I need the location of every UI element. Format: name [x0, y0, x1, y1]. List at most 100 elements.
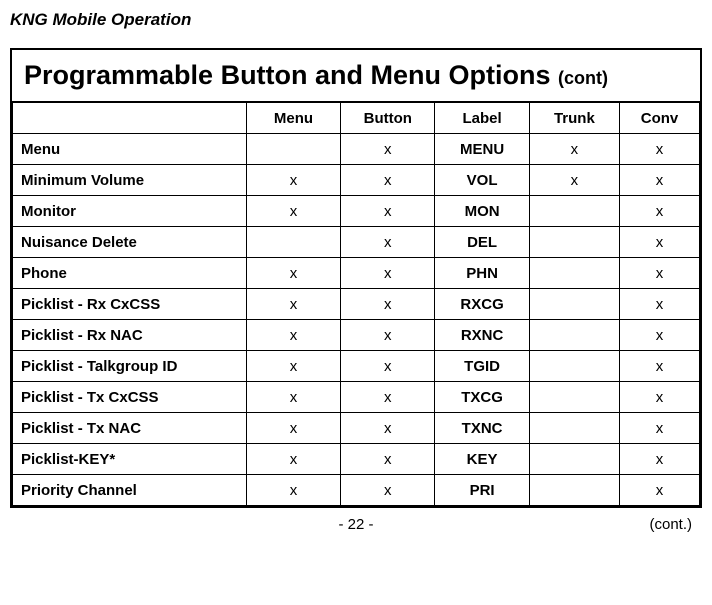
row-trunk	[529, 444, 619, 475]
row-button: x	[341, 444, 435, 475]
row-menu: x	[246, 258, 340, 289]
row-trunk	[529, 413, 619, 444]
row-menu: x	[246, 444, 340, 475]
col-header-label: Label	[435, 103, 529, 134]
footer: - 22 - (cont.)	[10, 516, 702, 536]
row-button: x	[341, 382, 435, 413]
table-title-text: Programmable Button and Menu Options	[24, 60, 551, 90]
col-header-first	[13, 103, 247, 134]
row-button: x	[341, 134, 435, 165]
row-trunk	[529, 475, 619, 506]
table-row: Nuisance DeletexDELx	[13, 227, 700, 258]
table-row: Picklist - Rx CxCSSxxRXCGx	[13, 289, 700, 320]
col-header-trunk: Trunk	[529, 103, 619, 134]
row-menu: x	[246, 196, 340, 227]
row-label: KEY	[435, 444, 529, 475]
row-name: Picklist - Tx CxCSS	[13, 382, 247, 413]
row-conv: x	[619, 227, 699, 258]
row-menu: x	[246, 165, 340, 196]
col-header-menu: Menu	[246, 103, 340, 134]
row-button: x	[341, 320, 435, 351]
row-menu	[246, 227, 340, 258]
row-name: Picklist - Tx NAC	[13, 413, 247, 444]
row-name: Picklist - Rx NAC	[13, 320, 247, 351]
table-header-row: Menu Button Label Trunk Conv	[13, 103, 700, 134]
row-label: MENU	[435, 134, 529, 165]
row-label: TXNC	[435, 413, 529, 444]
row-name: Picklist - Rx CxCSS	[13, 289, 247, 320]
row-button: x	[341, 165, 435, 196]
row-name: Phone	[13, 258, 247, 289]
row-conv: x	[619, 320, 699, 351]
row-menu: x	[246, 413, 340, 444]
row-trunk: x	[529, 165, 619, 196]
row-conv: x	[619, 258, 699, 289]
table-row: MenuxMENUxx	[13, 134, 700, 165]
cont-label: (cont.)	[649, 516, 692, 533]
row-button: x	[341, 289, 435, 320]
table-row: Minimum VolumexxVOLxx	[13, 165, 700, 196]
row-trunk	[529, 227, 619, 258]
table-row: PhonexxPHNx	[13, 258, 700, 289]
table-title-suffix: (cont)	[558, 68, 608, 88]
row-button: x	[341, 196, 435, 227]
table-row: Picklist - Talkgroup IDxxTGIDx	[13, 351, 700, 382]
table-row: Picklist - Tx CxCSSxxTXCGx	[13, 382, 700, 413]
row-name: Minimum Volume	[13, 165, 247, 196]
row-menu	[246, 134, 340, 165]
row-label: TGID	[435, 351, 529, 382]
row-trunk: x	[529, 134, 619, 165]
row-label: VOL	[435, 165, 529, 196]
row-name: Menu	[13, 134, 247, 165]
row-label: TXCG	[435, 382, 529, 413]
row-button: x	[341, 258, 435, 289]
col-header-conv: Conv	[619, 103, 699, 134]
row-trunk	[529, 351, 619, 382]
row-menu: x	[246, 382, 340, 413]
table-title: Programmable Button and Menu Options (co…	[12, 50, 700, 102]
row-name: Picklist - Talkgroup ID	[13, 351, 247, 382]
row-name: Priority Channel	[13, 475, 247, 506]
row-name: Monitor	[13, 196, 247, 227]
row-conv: x	[619, 413, 699, 444]
row-button: x	[341, 475, 435, 506]
row-button: x	[341, 413, 435, 444]
row-label: MON	[435, 196, 529, 227]
row-button: x	[341, 227, 435, 258]
row-conv: x	[619, 475, 699, 506]
doc-header: KNG Mobile Operation	[10, 10, 702, 30]
row-trunk	[529, 196, 619, 227]
table-row: Picklist - Tx NACxxTXNCx	[13, 413, 700, 444]
row-conv: x	[619, 165, 699, 196]
col-header-button: Button	[341, 103, 435, 134]
row-menu: x	[246, 320, 340, 351]
row-label: PRI	[435, 475, 529, 506]
row-label: RXNC	[435, 320, 529, 351]
row-name: Picklist-KEY*	[13, 444, 247, 475]
table-row: MonitorxxMONx	[13, 196, 700, 227]
table-body: MenuxMENUxxMinimum VolumexxVOLxxMonitorx…	[13, 134, 700, 506]
page-number: - 22 -	[10, 516, 702, 533]
row-trunk	[529, 258, 619, 289]
row-trunk	[529, 320, 619, 351]
row-label: RXCG	[435, 289, 529, 320]
row-conv: x	[619, 289, 699, 320]
row-conv: x	[619, 134, 699, 165]
row-conv: x	[619, 444, 699, 475]
row-label: PHN	[435, 258, 529, 289]
row-conv: x	[619, 351, 699, 382]
options-table-wrap: Programmable Button and Menu Options (co…	[10, 48, 702, 508]
row-name: Nuisance Delete	[13, 227, 247, 258]
row-trunk	[529, 289, 619, 320]
row-conv: x	[619, 196, 699, 227]
table-row: Picklist - Rx NACxxRXNCx	[13, 320, 700, 351]
row-menu: x	[246, 289, 340, 320]
row-conv: x	[619, 382, 699, 413]
table-row: Picklist-KEY*xxKEYx	[13, 444, 700, 475]
row-trunk	[529, 382, 619, 413]
options-table: Menu Button Label Trunk Conv MenuxMENUxx…	[12, 102, 700, 506]
table-row: Priority ChannelxxPRIx	[13, 475, 700, 506]
row-menu: x	[246, 351, 340, 382]
row-button: x	[341, 351, 435, 382]
row-menu: x	[246, 475, 340, 506]
